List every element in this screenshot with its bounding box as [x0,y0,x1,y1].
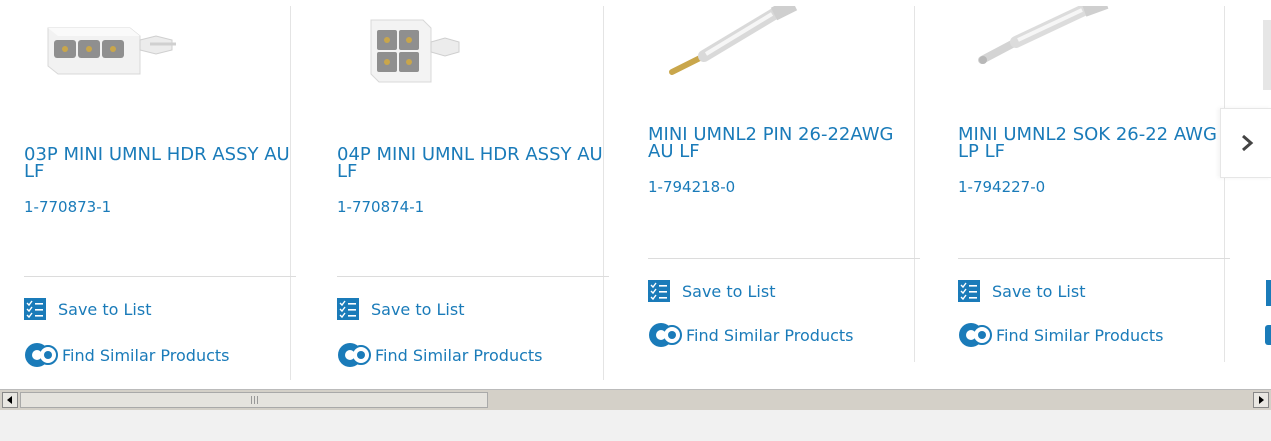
horizontal-scrollbar[interactable] [0,389,1271,410]
checklist-icon [648,280,670,302]
part-number-link[interactable]: 1-794218-0 [648,178,735,196]
arrow-left-icon [7,396,12,404]
grip-icon [250,396,258,404]
checklist-icon [337,298,359,320]
arrow-right-icon [1259,396,1264,404]
save-to-list-label: Save to List [992,281,1086,301]
part-number-link[interactable]: 1-770874-1 [337,198,424,216]
connector-4pos-icon[interactable] [313,6,603,106]
pin-contact-icon[interactable] [624,6,914,106]
connector-3pos-icon[interactable] [0,6,290,106]
part-number-link[interactable]: 1-770873-1 [24,198,111,216]
find-similar-button[interactable]: Find Similar Products [958,322,1164,348]
save-to-list-button[interactable]: Save to List [958,280,1085,302]
product-carousel: 03P MINI UMNL HDR ASSY AU LF 1-770873-1 … [0,0,1271,389]
save-to-list-button[interactable]: Save to List [648,280,775,302]
similar-products-icon [25,343,58,367]
divider [958,258,1230,259]
find-similar-button[interactable]: Find Similar Products [24,342,230,368]
product-title-link[interactable]: MINI UMNL2 SOK 26-22 AWG LP LF [958,126,1230,161]
save-to-list-label: Save to List [58,299,152,319]
save-to-list-button[interactable]: Save to List [24,298,151,320]
carousel-next-button[interactable] [1220,108,1271,178]
part-number-link[interactable]: 1-794227-0 [958,178,1045,196]
product-card: MINI UMNL2 PIN 26-22AWG AU LF 1-794218-0… [624,6,920,362]
save-to-list-button[interactable]: Save to List [337,298,464,320]
product-title-link[interactable]: 03P MINI UMNL HDR ASSY AU LF [24,146,296,181]
scroll-right-button[interactable] [1253,392,1269,408]
find-similar-button[interactable]: Find Similar Products [648,322,854,348]
scroll-left-button[interactable] [2,392,18,408]
find-similar-label: Find Similar Products [62,345,230,365]
page-background [0,410,1271,441]
similar-products-icon [959,323,992,347]
product-title-link[interactable]: 04P MINI UMNL HDR ASSY AU LF [337,146,609,181]
divider [337,276,609,277]
product-title-link[interactable]: MINI UMNL2 PIN 26-22AWG AU LF [648,126,920,161]
product-card: 04P MINI UMNL HDR ASSY AU LF 1-770874-1 … [313,6,609,380]
divider [24,276,296,277]
next-card-save-icon-edge [1266,280,1271,306]
next-card-similar-icon-edge [1265,325,1271,345]
find-similar-label: Find Similar Products [686,325,854,345]
find-similar-button[interactable]: Find Similar Products [337,342,543,368]
find-similar-label: Find Similar Products [996,325,1164,345]
scrollbar-thumb[interactable] [20,392,488,408]
save-to-list-label: Save to List [682,281,776,301]
product-card: MINI UMNL2 SOK 26-22 AWG LP LF 1-794227-… [934,6,1230,362]
find-similar-label: Find Similar Products [375,345,543,365]
chevron-right-icon [1241,134,1253,152]
next-card-image-edge [1263,20,1271,90]
product-card: 03P MINI UMNL HDR ASSY AU LF 1-770873-1 … [0,6,296,380]
divider [648,258,920,259]
similar-products-icon [649,323,682,347]
similar-products-icon [338,343,371,367]
socket-contact-icon[interactable] [934,6,1224,106]
checklist-icon [24,298,46,320]
save-to-list-label: Save to List [371,299,465,319]
checklist-icon [958,280,980,302]
